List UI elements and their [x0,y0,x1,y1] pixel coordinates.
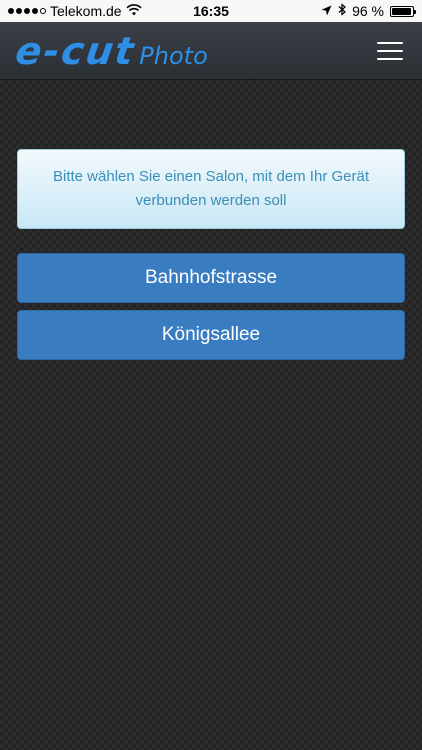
logo-sub-text: Photo [139,41,208,70]
info-message: Bitte wählen Sie einen Salon, mit dem Ih… [53,168,369,209]
hamburger-menu-icon[interactable] [374,39,406,63]
app-logo: e-cut Photo [12,28,208,73]
app-header: e-cut Photo [0,22,422,80]
logo-main-text: e-cut [12,28,139,73]
battery-icon [390,5,416,17]
status-bar: Telekom.de 16:35 96 % [0,0,422,22]
battery-percentage: 96 % [352,3,384,19]
bluetooth-icon [338,3,346,19]
carrier-name: Telekom.de [50,3,122,19]
salon-button-bahnhofstrasse[interactable]: Bahnhofstrasse [17,253,405,303]
location-arrow-icon [321,3,332,19]
wifi-icon [126,3,142,19]
salon-selection-info: Bitte wählen Sie einen Salon, mit dem Ih… [17,149,405,229]
signal-strength-icon [8,8,46,14]
salon-button-koenigsallee[interactable]: Königsallee [17,310,405,360]
